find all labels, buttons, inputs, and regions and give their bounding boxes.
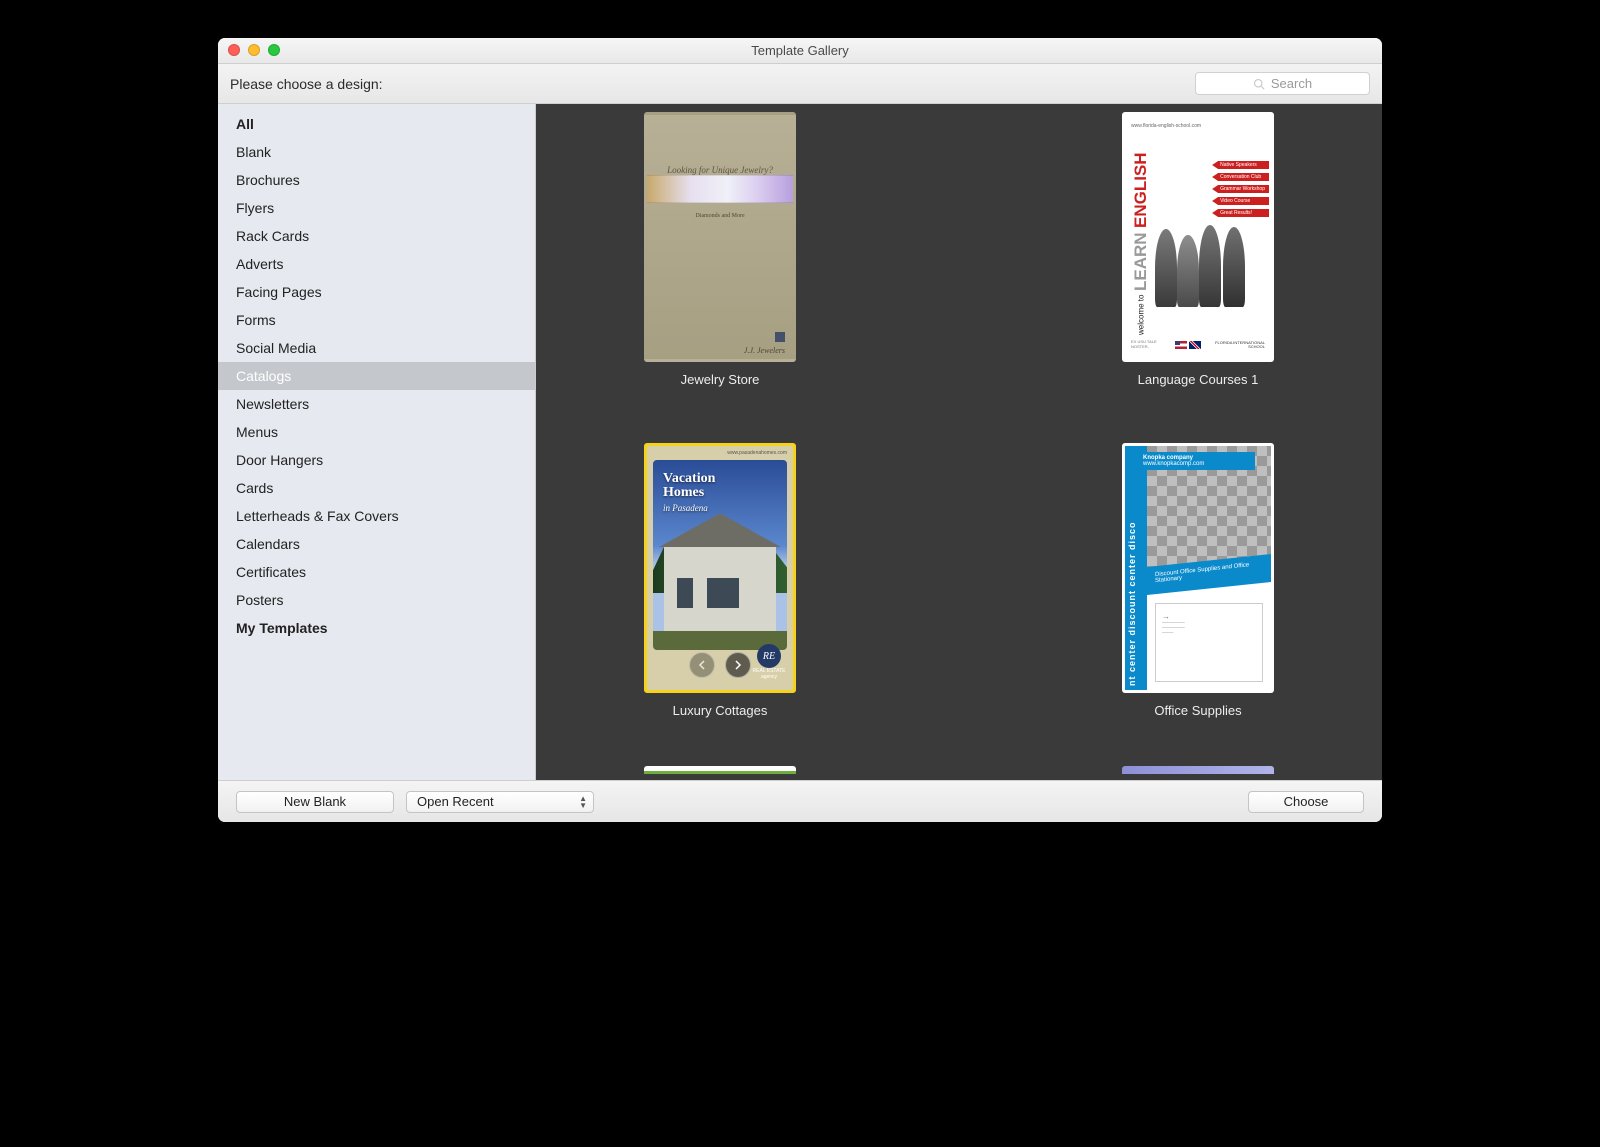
prev-page-button[interactable] [689,652,715,678]
template-card-language-courses[interactable]: www.florida-english-school.com welcome t… [1122,112,1274,387]
titlebar[interactable]: Template Gallery [218,38,1382,64]
jewelry-strip-icon [647,175,793,203]
thumb-school: FLORIDA INTERNATIONAL SCHOOL [1205,341,1265,349]
template-thumbnail: www.florida-english-school.com welcome t… [1122,112,1274,362]
sidebar-item-letterheads[interactable]: Letterheads & Fax Covers [218,502,535,530]
sidebar: All Blank Brochures Flyers Rack Cards Ad… [218,104,536,780]
logo-square-icon [775,332,785,342]
minimize-icon[interactable] [248,44,260,56]
close-icon[interactable] [228,44,240,56]
gallery[interactable]: Looking for Unique Jewelry? Diamonds and… [536,104,1382,780]
sidebar-item-all[interactable]: All [218,110,535,138]
sheet-icon: →──────────────────── [1155,603,1263,682]
thumb-brand: J.J. Jewelers [744,346,785,355]
template-thumbnail: www.pasadenahomes.com VacationHomes in P… [644,443,796,693]
template-peek[interactable] [644,766,796,774]
sidebar-item-catalogs[interactable]: Catalogs [218,362,535,390]
flag-uk-icon [1189,341,1201,349]
choose-button[interactable]: Choose [1248,791,1364,813]
template-peek[interactable] [1122,766,1274,774]
vertical-title: welcome to LEARN ENGLISH [1131,129,1151,337]
thumb-subtext: Diamonds and More [695,213,744,219]
house-photo-icon: VacationHomes in Pasadena [653,460,787,650]
real-estate-badge: RE REAL ESTATE agency [751,644,787,680]
subheader: Please choose a design: Search [218,64,1382,104]
thumb-headline: Looking for Unique Jewelry? [667,165,773,175]
template-card-luxury-cottages[interactable]: www.pasadenahomes.com VacationHomes in P… [644,443,796,718]
sidebar-item-door-hangers[interactable]: Door Hangers [218,446,535,474]
template-gallery-window: Template Gallery Please choose a design:… [218,38,1382,822]
thumb-tagline: EX USU TALE NOSTER, [1131,339,1171,349]
thumb-url: www.pasadenahomes.com [647,446,793,460]
template-thumbnail: nt center discount center disco Knopka c… [1122,443,1274,693]
window-controls [228,44,280,56]
search-placeholder: Search [1271,76,1312,91]
feature-tags: Native Speakers Conversation Club Gramma… [1212,161,1269,217]
sidebar-item-newsletters[interactable]: Newsletters [218,390,535,418]
thumb-overlay: VacationHomes in Pasadena [663,472,715,513]
template-card-jewelry-store[interactable]: Looking for Unique Jewelry? Diamonds and… [644,112,796,387]
open-recent-label: Open Recent [417,794,494,809]
chevron-updown-icon: ▲▼ [579,795,587,809]
sidebar-item-menus[interactable]: Menus [218,418,535,446]
prompt-label: Please choose a design: [230,76,383,92]
thumb-url: www.knopkacomp.com [1143,461,1204,467]
template-caption: Language Courses 1 [1138,372,1259,387]
chevron-left-icon [697,660,707,670]
footer: New Blank Open Recent ▲▼ Choose [218,780,1382,822]
people-photo-icon: Native Speakers Conversation Club Gramma… [1151,129,1265,337]
new-blank-button[interactable]: New Blank [236,791,394,813]
sidebar-item-blank[interactable]: Blank [218,138,535,166]
template-thumbnail: Looking for Unique Jewelry? Diamonds and… [644,112,796,362]
sidebar-item-adverts[interactable]: Adverts [218,250,535,278]
page-arrows [689,652,751,678]
sidebar-item-posters[interactable]: Posters [218,586,535,614]
sidebar-item-cards[interactable]: Cards [218,474,535,502]
sidebar-item-certificates[interactable]: Certificates [218,558,535,586]
chevron-right-icon [733,660,743,670]
next-row-peek [576,766,1342,774]
supplies-photo-icon: Knopka company www.knopkacomp.com [1147,446,1271,573]
search-input[interactable]: Search [1195,72,1370,95]
sidebar-item-social-media[interactable]: Social Media [218,334,535,362]
window-title: Template Gallery [751,43,849,58]
sidebar-item-calendars[interactable]: Calendars [218,530,535,558]
sidebar-item-rack-cards[interactable]: Rack Cards [218,222,535,250]
open-recent-select[interactable]: Open Recent ▲▼ [406,791,594,813]
template-caption: Jewelry Store [681,372,760,387]
template-caption: Office Supplies [1154,703,1241,718]
sidebar-item-brochures[interactable]: Brochures [218,166,535,194]
template-grid: Looking for Unique Jewelry? Diamonds and… [576,112,1342,718]
template-caption: Luxury Cottages [673,703,768,718]
next-page-button[interactable] [725,652,751,678]
side-text: nt center discount center disco [1125,446,1147,690]
zoom-icon[interactable] [268,44,280,56]
sidebar-item-facing-pages[interactable]: Facing Pages [218,278,535,306]
template-card-office-supplies[interactable]: nt center discount center disco Knopka c… [1122,443,1274,718]
flag-us-icon [1175,341,1187,349]
body: All Blank Brochures Flyers Rack Cards Ad… [218,104,1382,780]
search-icon [1253,78,1265,90]
sidebar-item-forms[interactable]: Forms [218,306,535,334]
sidebar-item-flyers[interactable]: Flyers [218,194,535,222]
sidebar-item-my-templates[interactable]: My Templates [218,614,535,642]
